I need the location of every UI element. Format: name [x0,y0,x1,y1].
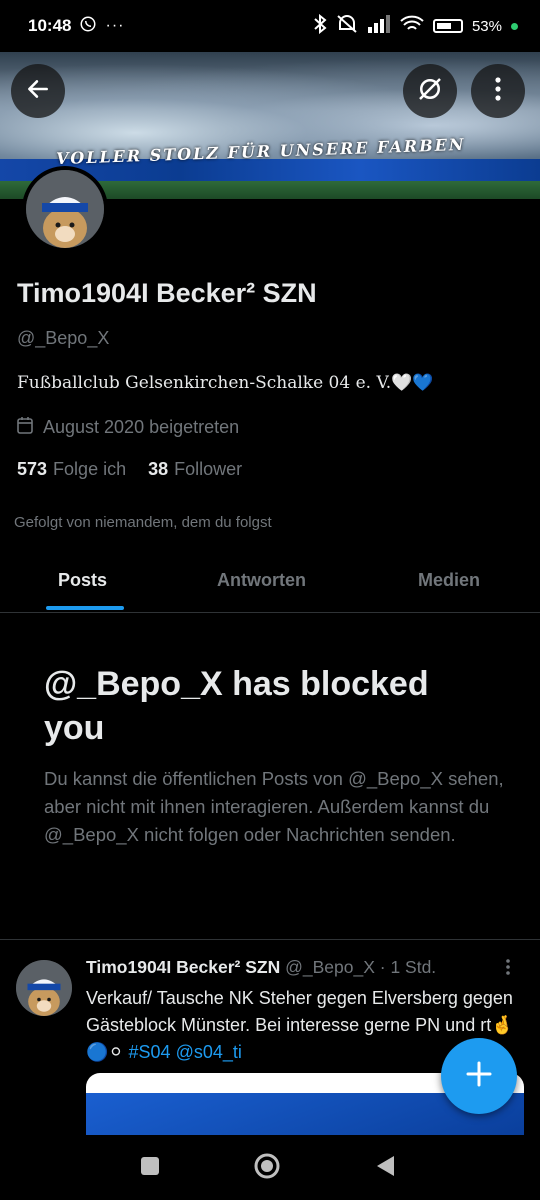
privacy-indicator-icon [511,22,518,30]
following-link[interactable]: 573 Folge ich [17,459,126,480]
profile-name: Timo1904I Becker² SZN [17,278,317,308]
whatsapp-icon [79,15,97,38]
back-nav-button[interactable] [370,1153,400,1183]
post-mention[interactable]: @s04_ti [176,1042,242,1062]
signal-icon [367,15,391,37]
divider [0,939,540,940]
more-vertical-icon [494,76,502,107]
tab-replies[interactable]: Antworten [217,570,306,591]
post-more-button[interactable] [505,958,511,981]
profile-tabs: Posts Antworten Medien [0,552,540,613]
system-navigation-bar [0,1135,540,1200]
blocked-title: @_Bepo_X has blocked you [44,665,429,747]
circle-icon [253,1152,281,1185]
following-label: Folge ich [53,459,127,479]
followed-by-text: Gefolgt von niemandem, dem du folgst [14,514,272,531]
followers-label: Follower [174,459,243,479]
post-header: Timo1904I Becker² SZN @_Bepo_X · 1 Std. [86,957,436,978]
post-avatar[interactable] [16,960,72,1016]
post-time: · 1 Std. [379,957,437,977]
grok-icon [415,74,445,109]
bluetooth-icon [313,13,327,38]
calendar-icon [17,416,33,439]
following-count: 573 [17,459,48,479]
wifi-icon [400,15,424,37]
more-vertical-icon [505,959,511,980]
compose-button[interactable] [441,1038,517,1114]
plus-icon [465,1060,493,1093]
more-notifications-icon: ··· [105,17,125,34]
profile-bio: Fußballclub Gelsenkirchen-Schalke 04 e. … [17,373,434,393]
joined-text: August 2020 beigetreten [43,417,240,437]
joined-date: August 2020 beigetreten [17,416,239,439]
grok-button[interactable] [403,64,457,118]
active-tab-indicator [46,606,124,610]
back-button[interactable] [11,64,65,118]
arrow-left-icon [25,76,51,107]
home-button[interactable] [252,1153,282,1183]
battery-percent: 53% [471,17,502,35]
profile-handle: @_Bepo_X [17,328,110,348]
status-time: 10:48 [28,16,72,35]
follow-counts: 573 Folge ich 38 Follower [17,459,242,480]
post-avatar-image [16,960,72,1016]
post-author-handle[interactable]: @_Bepo_X [285,957,375,977]
blocked-description: Du kannst die öffentlichen Posts von @_B… [44,768,504,845]
recents-button[interactable] [135,1153,165,1183]
square-icon [140,1156,160,1181]
post-hashtag[interactable]: #S04 [129,1042,171,1062]
status-bar: 10:48 ··· 53% [0,0,540,52]
followers-count: 38 [148,459,169,479]
mute-icon [336,14,358,38]
triangle-back-icon [374,1154,396,1183]
profile-avatar[interactable] [22,166,108,252]
avatar-image [26,170,104,248]
post-author-name[interactable]: Timo1904I Becker² SZN [86,957,280,977]
tab-posts[interactable]: Posts [58,570,107,591]
battery-icon [432,19,463,33]
more-options-button[interactable] [471,64,525,118]
followers-link[interactable]: 38 Follower [148,459,242,480]
tab-media[interactable]: Medien [418,570,480,591]
